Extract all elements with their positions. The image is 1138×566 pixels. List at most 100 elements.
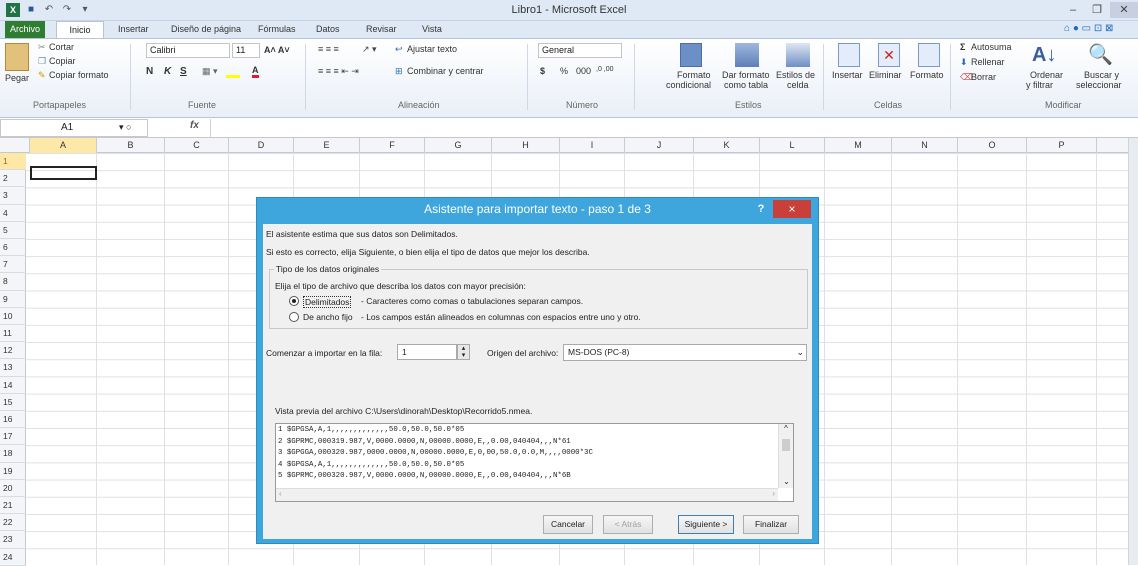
- column-header[interactable]: E: [294, 138, 360, 153]
- delete-cells-button[interactable]: Eliminar: [869, 70, 902, 80]
- preview-horizontal-scrollbar[interactable]: ‹ ›: [276, 488, 778, 501]
- column-header[interactable]: M: [825, 138, 892, 153]
- orientation-icon[interactable]: ↗ ▾: [362, 44, 377, 55]
- save-icon[interactable]: ■: [24, 3, 38, 17]
- insert-cells-button[interactable]: Insertar: [832, 70, 863, 80]
- font-size-select[interactable]: 11: [232, 43, 260, 58]
- column-header[interactable]: L: [760, 138, 825, 153]
- cell-styles-button[interactable]: Estilos de: [776, 70, 815, 80]
- vertical-scrollbar[interactable]: [1128, 138, 1138, 565]
- row-header[interactable]: 4: [0, 205, 26, 222]
- row-header[interactable]: 22: [0, 514, 26, 532]
- column-header[interactable]: H: [492, 138, 560, 153]
- radio-delimited-label[interactable]: Delimitados: [303, 296, 352, 308]
- column-header[interactable]: O: [958, 138, 1027, 153]
- row-header[interactable]: 13: [0, 359, 26, 377]
- column-header[interactable]: B: [97, 138, 165, 153]
- minimize-icon[interactable]: –: [1062, 2, 1084, 18]
- row-header[interactable]: 24: [0, 549, 26, 566]
- help-icon[interactable]: ⌂ ● ▭ ⊡ ⊠: [1064, 23, 1113, 34]
- column-header[interactable]: G: [425, 138, 492, 153]
- radio-fixed-width-label[interactable]: De ancho fijo: [303, 312, 353, 322]
- row-header[interactable]: 5: [0, 222, 26, 239]
- font-name-select[interactable]: Calibri: [146, 43, 230, 58]
- tab-datos[interactable]: Datos: [316, 24, 340, 34]
- copy-format-button[interactable]: Copiar formato: [49, 70, 109, 80]
- row-header[interactable]: 8: [0, 273, 26, 291]
- align-top-icon[interactable]: ≡ ≡ ≡: [318, 44, 339, 54]
- sort-filter-button[interactable]: Ordenar: [1030, 70, 1063, 80]
- row-header[interactable]: 11: [0, 325, 26, 343]
- start-row-input[interactable]: 1: [397, 344, 457, 360]
- column-header[interactable]: N: [892, 138, 958, 153]
- dialog-close-icon[interactable]: ×: [773, 200, 811, 218]
- row-header[interactable]: 18: [0, 445, 26, 463]
- row-header[interactable]: 7: [0, 256, 26, 274]
- selected-cell-a1[interactable]: [30, 166, 97, 180]
- row-header[interactable]: 19: [0, 463, 26, 480]
- select-all-corner[interactable]: [0, 138, 30, 153]
- clear-button[interactable]: Borrar: [971, 72, 996, 82]
- percent-button[interactable]: %: [560, 66, 568, 76]
- cut-button[interactable]: Cortar: [49, 42, 74, 52]
- formula-input[interactable]: [210, 119, 1130, 137]
- tab-diseno[interactable]: Diseño de página: [171, 24, 241, 34]
- row-header[interactable]: 9: [0, 291, 26, 308]
- decimal-increase-button[interactable]: ,0 ,00: [596, 66, 614, 73]
- row-header[interactable]: 16: [0, 411, 26, 429]
- maximize-icon[interactable]: ❐: [1086, 2, 1108, 18]
- finish-button[interactable]: Finalizar: [743, 515, 799, 534]
- format-cells-button[interactable]: Formato: [910, 70, 944, 80]
- row-header[interactable]: 17: [0, 428, 26, 446]
- paste-button[interactable]: Pegar: [5, 73, 29, 83]
- row-header[interactable]: 21: [0, 497, 26, 515]
- find-select-button[interactable]: Buscar y: [1084, 70, 1119, 80]
- next-button[interactable]: Siguiente >: [678, 515, 734, 534]
- preview-vertical-scrollbar[interactable]: ^ ⌄: [778, 424, 793, 488]
- cancel-button[interactable]: Cancelar: [543, 515, 593, 534]
- italic-button[interactable]: K: [164, 66, 171, 77]
- radio-fixed-width[interactable]: [289, 312, 299, 322]
- column-header[interactable]: I: [560, 138, 625, 153]
- file-origin-select[interactable]: MS-DOS (PC-8) ⌄: [563, 344, 807, 361]
- tab-vista[interactable]: Vista: [422, 24, 442, 34]
- merge-center-button[interactable]: Combinar y centrar: [407, 66, 484, 76]
- row-header[interactable]: 10: [0, 308, 26, 325]
- column-header[interactable]: P: [1027, 138, 1097, 153]
- autosum-button[interactable]: Autosuma: [971, 42, 1012, 52]
- name-box[interactable]: A1 ▾ ○: [0, 119, 148, 137]
- underline-button[interactable]: S: [180, 66, 187, 77]
- tab-formulas[interactable]: Fórmulas: [258, 24, 296, 34]
- wrap-text-button[interactable]: Ajustar texto: [407, 44, 457, 54]
- column-header[interactable]: K: [694, 138, 760, 153]
- function-icon[interactable]: fx: [190, 120, 199, 131]
- start-row-spinner[interactable]: ▴ ▾: [457, 344, 470, 360]
- column-header[interactable]: F: [360, 138, 425, 153]
- customize-qat-icon[interactable]: ▾: [78, 3, 92, 17]
- undo-icon[interactable]: ↶: [42, 3, 56, 17]
- currency-button[interactable]: $: [540, 66, 545, 76]
- column-header[interactable]: A: [30, 138, 97, 153]
- tab-insertar[interactable]: Insertar: [118, 24, 149, 34]
- conditional-format-button[interactable]: Formato: [677, 70, 711, 80]
- fill-button[interactable]: Rellenar: [971, 57, 1005, 67]
- back-button[interactable]: < Atrás: [603, 515, 653, 534]
- tab-inicio[interactable]: Inicio: [56, 21, 104, 39]
- name-box-dropdown-icon[interactable]: ▾ ○: [119, 122, 131, 133]
- row-header[interactable]: 2: [0, 170, 26, 188]
- grow-font-icon[interactable]: A˄ A˅: [264, 45, 290, 55]
- tab-archivo[interactable]: Archivo: [5, 21, 45, 38]
- thousands-button[interactable]: 000: [576, 66, 591, 76]
- row-header[interactable]: 1: [0, 153, 26, 171]
- number-format-select[interactable]: General: [538, 43, 622, 58]
- tab-revisar[interactable]: Revisar: [366, 24, 397, 34]
- column-header[interactable]: J: [625, 138, 694, 153]
- bold-button[interactable]: N: [146, 66, 153, 77]
- copy-button[interactable]: Copiar: [49, 56, 76, 66]
- row-header[interactable]: 6: [0, 239, 26, 257]
- align-left-icon[interactable]: ≡ ≡ ≡ ⇤ ⇥: [318, 66, 359, 77]
- borders-icon[interactable]: ▦ ▾: [202, 66, 218, 77]
- column-header[interactable]: D: [229, 138, 294, 153]
- row-header[interactable]: 12: [0, 342, 26, 360]
- column-header[interactable]: C: [165, 138, 229, 153]
